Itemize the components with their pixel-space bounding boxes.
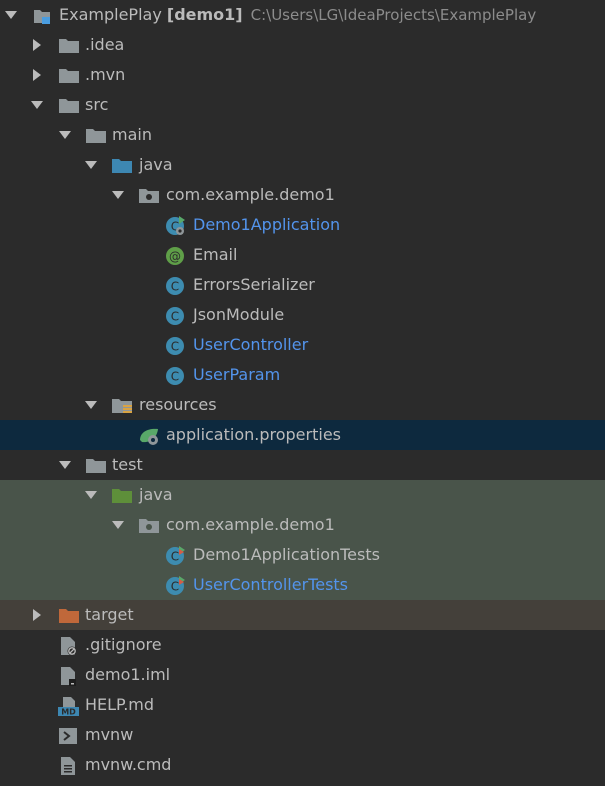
tree-item-label: Email xyxy=(193,245,238,264)
tree-row-project-root[interactable]: ExamplePlay [demo1] C:\Users\LG\IdeaProje… xyxy=(0,0,605,30)
tree-item-label: .idea xyxy=(85,35,125,54)
tree-item-label: JsonModule xyxy=(193,305,285,324)
module-file-icon xyxy=(58,666,78,686)
tree-row-gitignore[interactable]: .gitignore xyxy=(0,630,605,660)
test-class-icon: C xyxy=(165,576,185,596)
package-icon xyxy=(138,186,159,206)
package-icon xyxy=(138,516,159,536)
shell-script-icon xyxy=(58,726,78,746)
tree-item-label: ErrorsSerializer xyxy=(193,275,315,294)
tree-item-label: src xyxy=(85,95,109,114)
source-folder-icon xyxy=(111,156,132,176)
expand-arrow-icon[interactable] xyxy=(84,390,98,420)
tree-row-test[interactable]: test xyxy=(0,450,605,480)
collapse-arrow-icon[interactable] xyxy=(30,30,44,60)
tree-item-label: UserController xyxy=(193,335,309,354)
tree-row-src[interactable]: src xyxy=(0,90,605,120)
project-tree: ExamplePlay [demo1] C:\Users\LG\IdeaProje… xyxy=(0,0,605,780)
tree-row-demo1applicationtests[interactable]: C Demo1ApplicationTests xyxy=(0,540,605,570)
resources-folder-icon xyxy=(111,396,132,416)
tree-item-label: .mvn xyxy=(85,65,126,84)
tree-row-test-package[interactable]: com.example.demo1 xyxy=(0,510,605,540)
tree-item-label: com.example.demo1 xyxy=(166,185,335,204)
tree-item-label: .gitignore xyxy=(85,635,162,654)
tree-row-target[interactable]: target xyxy=(0,600,605,630)
folder-icon xyxy=(58,96,79,116)
expand-arrow-icon[interactable] xyxy=(84,480,98,510)
tree-row-mvn[interactable]: .mvn xyxy=(0,60,605,90)
expand-arrow-icon[interactable] xyxy=(84,150,98,180)
folder-icon xyxy=(58,66,79,86)
tree-item-label: java xyxy=(139,485,173,504)
expand-arrow-icon[interactable] xyxy=(111,510,125,540)
class-icon: C xyxy=(165,276,185,296)
class-icon: C xyxy=(165,336,185,356)
expand-arrow-icon[interactable] xyxy=(4,0,18,30)
collapse-arrow-icon[interactable] xyxy=(30,600,44,630)
tree-row-usercontrollertests[interactable]: C UserControllerTests xyxy=(0,570,605,600)
tree-item-label: UserControllerTests xyxy=(193,575,349,594)
svg-text:C: C xyxy=(171,580,179,594)
tree-row-jsonmodule[interactable]: C JsonModule xyxy=(0,300,605,330)
expand-arrow-icon[interactable] xyxy=(30,90,44,120)
svg-text:C: C xyxy=(171,550,179,564)
markdown-file-icon: MD xyxy=(58,696,79,717)
svg-text:C: C xyxy=(171,310,179,324)
tree-row-idea[interactable]: .idea xyxy=(0,30,605,60)
svg-text:@: @ xyxy=(169,250,181,264)
tree-row-resources[interactable]: resources xyxy=(0,390,605,420)
tree-item-label: demo1.iml xyxy=(85,665,171,684)
spring-properties-icon xyxy=(138,426,158,446)
tree-item-label: UserParam xyxy=(193,365,281,384)
tree-row-application-properties[interactable]: application.properties xyxy=(0,420,605,450)
tree-item-label: Demo1ApplicationTests xyxy=(193,545,380,564)
tree-item-label: Demo1Application xyxy=(193,215,341,234)
tree-row-package[interactable]: com.example.demo1 xyxy=(0,180,605,210)
text-file-icon xyxy=(58,756,78,776)
folder-icon xyxy=(85,456,106,476)
tree-row-email[interactable]: @ Email xyxy=(0,240,605,270)
tree-row-userparam[interactable]: C UserParam xyxy=(0,360,605,390)
tree-item-label: main xyxy=(112,125,152,144)
svg-text:C: C xyxy=(171,280,179,294)
tree-item-label: mvnw xyxy=(85,725,134,744)
ignored-file-icon xyxy=(58,636,78,656)
module-icon xyxy=(32,6,52,26)
tree-item-label: java xyxy=(139,155,173,174)
tree-row-demo1application[interactable]: C Demo1Application xyxy=(0,210,605,240)
expand-arrow-icon[interactable] xyxy=(111,180,125,210)
tree-row-main-java[interactable]: java xyxy=(0,150,605,180)
class-icon: C xyxy=(165,306,185,326)
tree-item-label: com.example.demo1 xyxy=(166,515,335,534)
annotation-icon: @ xyxy=(165,246,185,266)
folder-icon xyxy=(85,126,106,146)
expand-arrow-icon[interactable] xyxy=(58,120,72,150)
svg-text:C: C xyxy=(171,340,179,354)
tree-row-mvnw-cmd[interactable]: mvnw.cmd xyxy=(0,750,605,780)
collapse-arrow-icon[interactable] xyxy=(30,60,44,90)
svg-text:C: C xyxy=(171,370,179,384)
expand-arrow-icon[interactable] xyxy=(58,450,72,480)
class-icon: C xyxy=(165,366,185,386)
tree-row-demo1-iml[interactable]: demo1.iml xyxy=(0,660,605,690)
excluded-folder-icon xyxy=(58,606,79,626)
tree-row-errorsserializer[interactable]: C ErrorsSerializer xyxy=(0,270,605,300)
tree-row-main[interactable]: main xyxy=(0,120,605,150)
tree-item-label: resources xyxy=(139,395,217,414)
svg-text:MD: MD xyxy=(61,708,76,717)
folder-icon xyxy=(58,36,79,56)
tree-item-label: HELP.md xyxy=(85,695,155,714)
tree-item-label: mvnw.cmd xyxy=(85,755,172,774)
test-class-icon: C xyxy=(165,546,185,566)
test-source-folder-icon xyxy=(111,486,132,506)
tree-row-test-java[interactable]: java xyxy=(0,480,605,510)
tree-row-mvnw[interactable]: mvnw xyxy=(0,720,605,750)
project-title: ExamplePlay [demo1] C:\Users\LG\IdeaProje… xyxy=(59,5,537,24)
tree-item-label: application.properties xyxy=(166,425,341,444)
tree-row-help-md[interactable]: MD HELP.md xyxy=(0,690,605,720)
tree-item-label: target xyxy=(85,605,134,624)
tree-row-usercontroller[interactable]: C UserController xyxy=(0,330,605,360)
spring-boot-class-icon: C xyxy=(165,216,185,236)
tree-item-label: test xyxy=(112,455,143,474)
